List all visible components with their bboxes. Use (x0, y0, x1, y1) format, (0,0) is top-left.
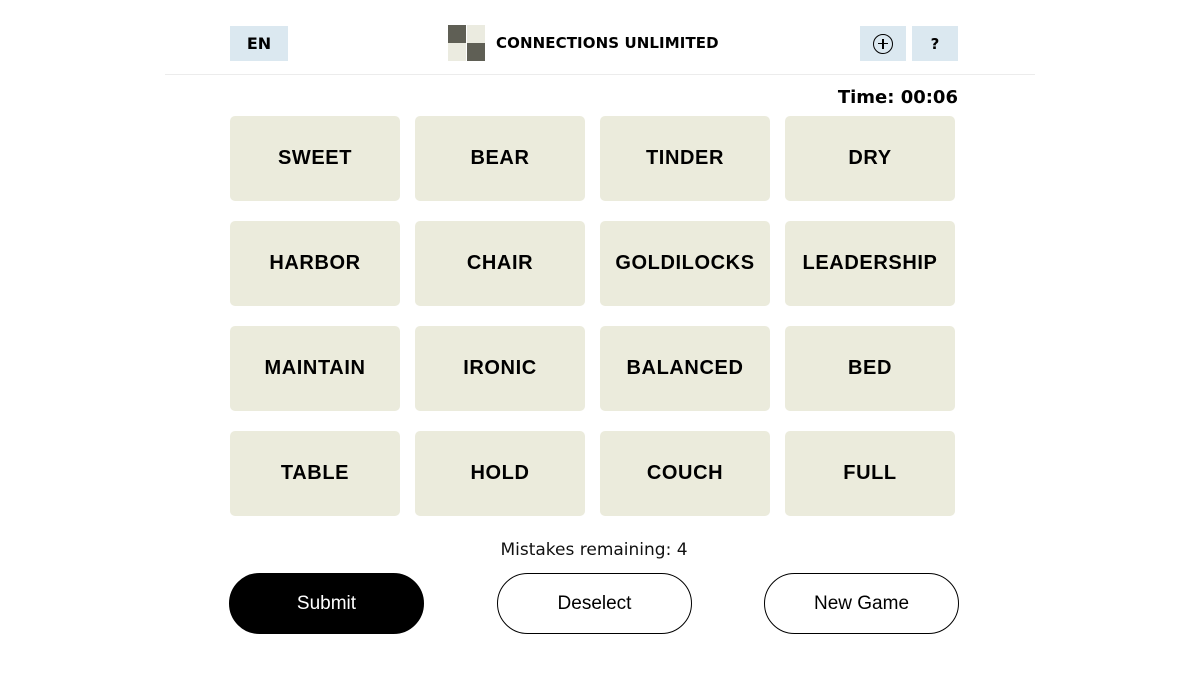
logo-icon (448, 25, 485, 61)
deselect-button[interactable]: Deselect (497, 573, 692, 634)
word-tile[interactable]: COUCH (600, 431, 770, 516)
word-tile[interactable]: BEAR (415, 116, 585, 201)
word-grid: SWEET BEAR TINDER DRY HARBOR CHAIR GOLDILOCKS L… (230, 116, 956, 516)
timer: Time: 00:06 (837, 87, 958, 108)
word-tile[interactable]: SWEET (230, 116, 400, 201)
word-tile[interactable]: LEADERSHIP (785, 221, 955, 306)
new-game-button[interactable]: New Game (764, 573, 959, 634)
plus-circle-icon (873, 33, 893, 54)
language-button[interactable]: EN (230, 26, 288, 61)
submit-button[interactable]: Submit (229, 573, 424, 634)
word-tile[interactable]: TABLE (230, 431, 400, 516)
word-tile[interactable]: BED (785, 326, 955, 411)
word-tile[interactable]: TINDER (600, 116, 770, 201)
word-tile[interactable]: FULL (785, 431, 955, 516)
brand: CONNECTIONS UNLIMITED (448, 25, 719, 61)
word-tile[interactable]: IRONIC (415, 326, 585, 411)
word-tile[interactable]: CHAIR (415, 221, 585, 306)
word-tile[interactable]: BALANCED (600, 326, 770, 411)
app-title: CONNECTIONS UNLIMITED (496, 34, 719, 52)
header: EN CONNECTIONS UNLIMITED ? (165, 0, 1035, 75)
game-page: EN CONNECTIONS UNLIMITED ? Time: 00:06 S… (0, 0, 1200, 675)
help-button[interactable]: ? (912, 26, 958, 61)
word-tile[interactable]: HARBOR (230, 221, 400, 306)
add-button[interactable] (860, 26, 906, 61)
word-tile[interactable]: HOLD (415, 431, 585, 516)
word-tile[interactable]: MAINTAIN (230, 326, 400, 411)
word-tile[interactable]: GOLDILOCKS (600, 221, 770, 306)
mistakes-remaining: Mistakes remaining: 4 (500, 540, 688, 560)
word-tile[interactable]: DRY (785, 116, 955, 201)
